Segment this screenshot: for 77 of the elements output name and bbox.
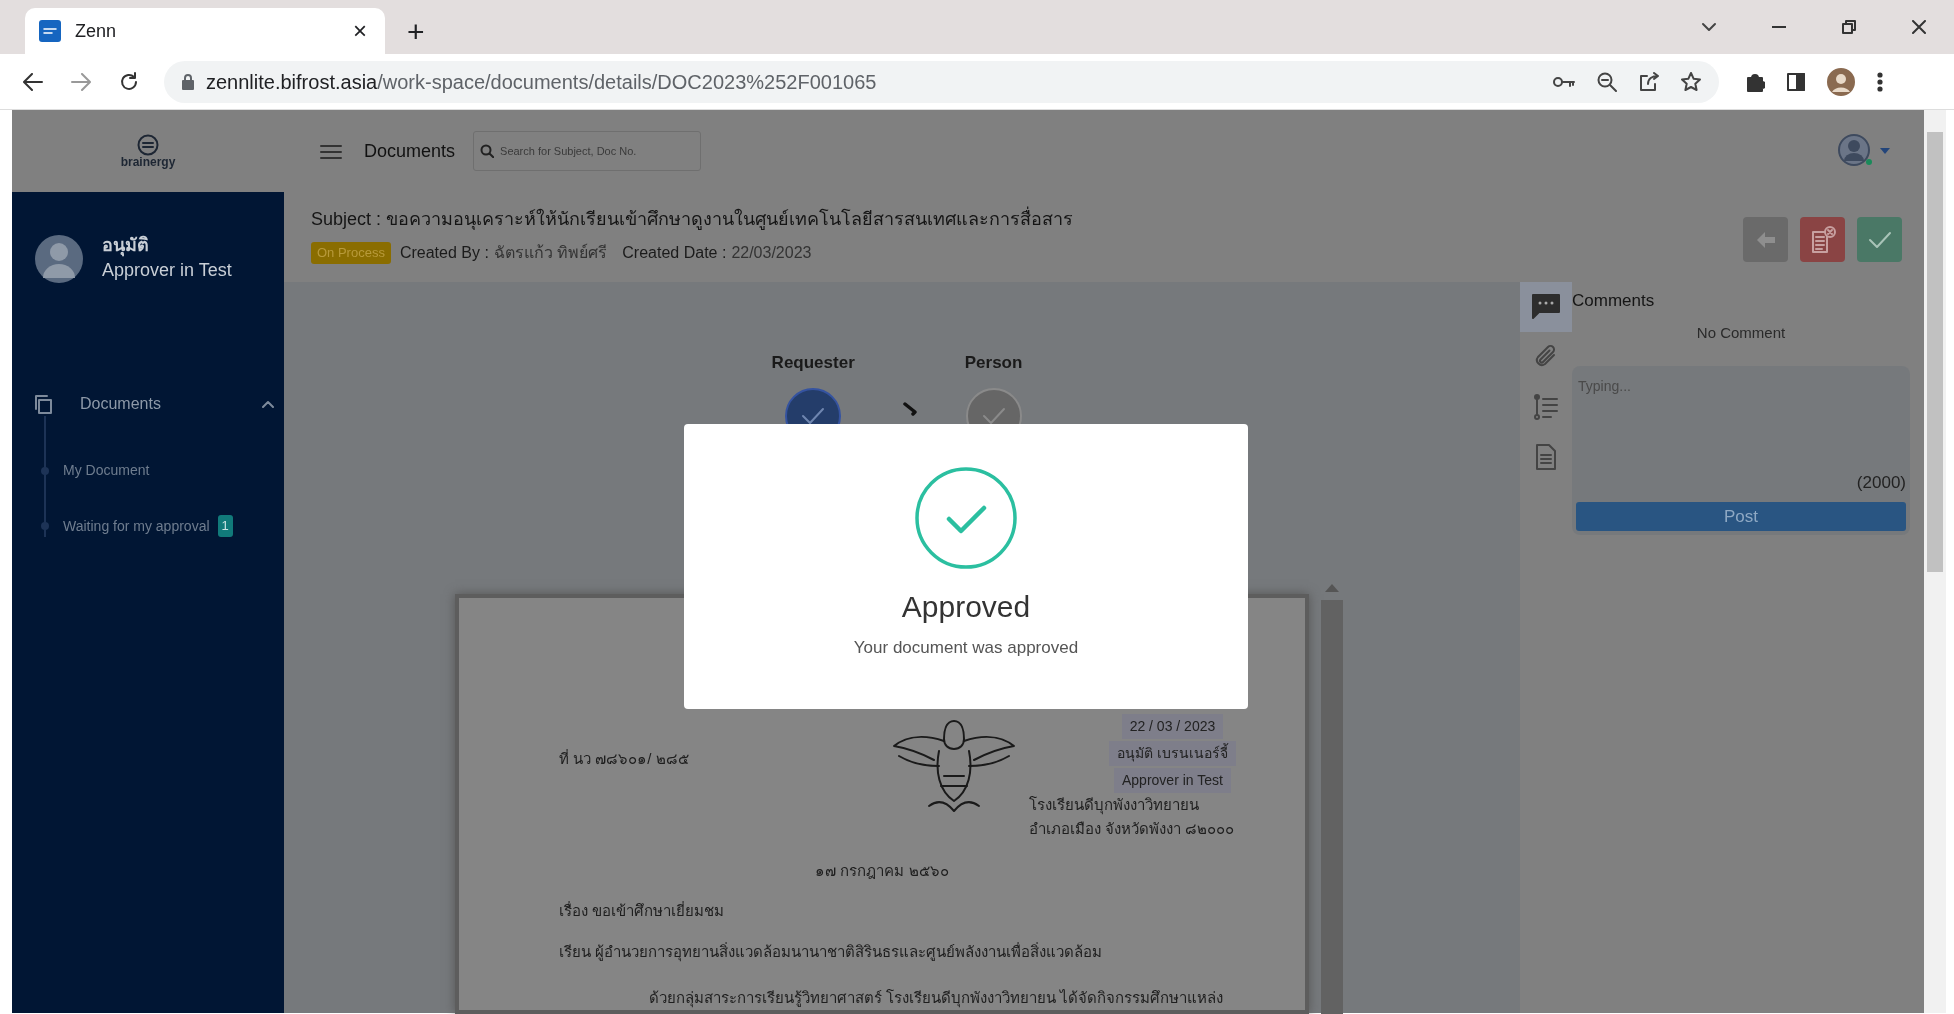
document-subject: Subject : ขอความอนุเคราะห์ให้นักเรียนเข้าศึกษาดูงานในศูนย์เทคโนโลยีสารสนเทศและการสื่อสาร [311, 206, 1074, 233]
profile-avatar-icon[interactable] [1827, 67, 1855, 96]
sidebar-subitem[interactable]: Waiting for my approval 1 [41, 515, 233, 537]
address-bar[interactable]: zennlite.bifrost.asia/work-space/documents/details/DOC2023%252F001065 [164, 60, 1719, 103]
document-line: เรียน ผู้อำนวยการอุทยานสิ่งแวดล้อมนานาชาติสิรินธรและศูนย์พลังงานเพื่อสิ่งแวดล้อม [559, 941, 1104, 963]
close-icon [1912, 20, 1926, 34]
stamp-text: 22 / 03 / 2023 [1121, 713, 1224, 739]
character-counter: (2000) [1856, 472, 1906, 494]
search-field[interactable]: Search for Subject, Doc No. [473, 131, 702, 171]
favicon-icon [39, 20, 61, 42]
user-role: Approver in Test [102, 259, 232, 283]
check-circle-icon [914, 466, 1018, 570]
chevron-up-icon [262, 400, 274, 409]
side-panel-icon[interactable] [1787, 72, 1805, 91]
address-line: อำเภอเมือง จังหวัดพังงา ๘๒๐๐๐ [1029, 818, 1235, 839]
menu-icon [320, 143, 342, 160]
reload-icon [119, 71, 139, 92]
step-label: Requester [771, 352, 855, 374]
reject-button[interactable] [1800, 217, 1845, 262]
search-icon [480, 144, 495, 158]
share-icon[interactable] [1639, 71, 1659, 92]
created-date-value: 22/03/2023 [731, 243, 812, 263]
user-avatar-icon [1838, 134, 1874, 168]
restore-icon [1842, 20, 1856, 34]
document-icon [1535, 444, 1557, 470]
dialog-message: Your document was approved [853, 637, 1079, 659]
count-badge: 1 [217, 515, 233, 537]
forward-arrow-icon [71, 72, 91, 91]
logo-icon [135, 134, 161, 156]
user-name: อนุมัติ [102, 234, 150, 258]
scroll-up-icon [1325, 583, 1339, 592]
approve-button[interactable] [1857, 217, 1902, 262]
page-scrollbar[interactable] [1924, 110, 1946, 1013]
close-tab-button[interactable]: × [349, 19, 371, 43]
stamp-text: Approver in Test [1114, 767, 1231, 793]
check-icon [801, 406, 826, 425]
document-date: ๑๗ กรกฎาคม ๒๕๖๐ [815, 860, 949, 881]
puzzle-piece-icon[interactable] [1745, 71, 1765, 92]
address-line: โรงเรียนดีบุกพังงาวิทยายน [1029, 794, 1200, 817]
zoom-out-icon[interactable] [1597, 71, 1617, 92]
sidebar-item[interactable]: Documents [34, 392, 274, 417]
user-menu-button[interactable] [1838, 134, 1890, 168]
sidebar-subitem[interactable]: My Document [41, 460, 150, 482]
list-icon [1533, 394, 1559, 420]
browser-tab[interactable]: Zenn × [25, 8, 385, 54]
created-by-label: Created By : [399, 243, 489, 263]
chevron-right-icon [902, 401, 917, 416]
chat-icon [1532, 294, 1560, 320]
page-title: Documents [364, 139, 456, 163]
new-tab-button[interactable]: + [401, 16, 431, 48]
step-label: Person [964, 352, 1023, 374]
logo-text: brainergy [120, 156, 176, 168]
copy-icon [34, 394, 52, 415]
document-line: เรื่อง ขอเข้าศึกษาเยี่ยมชม [559, 900, 726, 921]
document-paragraph: ด้วยกลุ่มสาระการเรียนรู้วิทยาศาสตร์ โรงเรียนดีบุกพังงาวิทยายน ได้จัดกิจกรรมศึกษาแหล่ง [649, 988, 1225, 1010]
check-icon [981, 406, 1006, 425]
status-badge: On Process [311, 242, 391, 264]
minimize-icon [1772, 26, 1786, 28]
star-icon[interactable] [1681, 71, 1701, 92]
document-reference: ที่ นว ๗๘๖๐๑/ ๒๘๕ [559, 748, 690, 769]
avatar-icon [34, 234, 84, 285]
url-text: zennlite.bifrost.asia/work-space/documents/details/DOC2023%252F001065 [206, 69, 877, 95]
created-date-label: Created Date : [622, 243, 727, 263]
key-icon[interactable] [1553, 75, 1575, 88]
check-icon [1867, 230, 1892, 249]
chevron-down-icon [1701, 22, 1717, 32]
created-by-value: ฉัตรแก้ว ทิพย์ศรี [493, 242, 608, 263]
dialog-title: Approved [901, 589, 1031, 625]
empty-state-text: No Comment [1695, 322, 1787, 343]
tab-title: Zenn [75, 19, 117, 43]
tool-tab[interactable] [1520, 282, 1572, 332]
more-menu-icon[interactable] [1877, 71, 1883, 92]
stamp-text: อนุมัติ เบรนเนอร์จี้ [1109, 740, 1236, 766]
comments-title: Comments [1572, 290, 1656, 312]
caret-icon [1880, 148, 1890, 154]
back-arrow-icon [23, 72, 43, 91]
lock-icon [182, 73, 194, 90]
